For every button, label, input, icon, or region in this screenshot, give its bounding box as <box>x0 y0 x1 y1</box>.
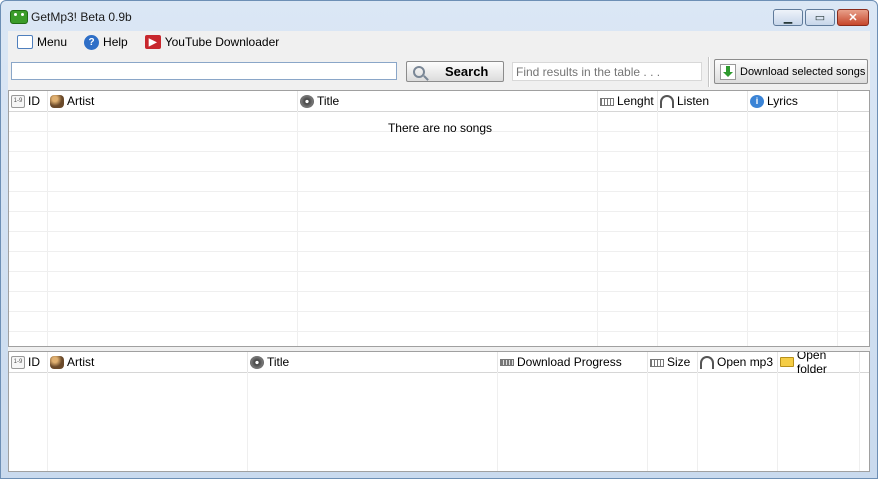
search-input[interactable] <box>11 62 397 80</box>
column-header-size[interactable]: Size <box>648 352 698 372</box>
title-bar[interactable]: GetMp3! Beta 0.9b ▁ ▭ ✕ <box>1 1 877 31</box>
id-icon: 1-9 <box>11 355 25 369</box>
grid-line <box>647 372 648 471</box>
grid-line <box>9 311 869 312</box>
column-header-artist[interactable]: Artist <box>48 91 298 111</box>
close-button[interactable]: ✕ <box>837 9 869 26</box>
grid-line <box>697 372 698 471</box>
artist-icon <box>50 355 64 369</box>
size-ruler-icon <box>650 358 664 367</box>
download-selected-label: Download selected songs <box>740 65 866 78</box>
artist-icon <box>50 94 64 108</box>
column-header-id[interactable]: 1-9 ID <box>9 352 48 372</box>
column-header-listen[interactable]: Listen <box>658 91 748 111</box>
help-label: Help <box>103 35 128 49</box>
column-header-open-mp3[interactable]: Open mp3 <box>698 352 778 372</box>
close-icon: ✕ <box>848 12 858 24</box>
download-selected-button[interactable]: Download selected songs <box>714 59 868 84</box>
grid-line <box>247 372 248 471</box>
download-icon <box>720 63 736 80</box>
help-icon: ? <box>84 34 100 50</box>
headphones-icon <box>660 94 674 108</box>
youtube-icon: ▶ <box>144 35 161 49</box>
column-header-length[interactable]: Lenght <box>598 91 658 111</box>
progress-bar-icon <box>500 358 514 366</box>
column-header-title[interactable]: Title <box>248 352 498 372</box>
minimize-icon: ▁ <box>783 12 793 24</box>
grid-line <box>9 271 869 272</box>
title-disc-icon <box>300 94 314 108</box>
grid-line <box>9 231 869 232</box>
results-table[interactable]: 1-9 ID Artist Title Lenght Listen i Lyrics <box>8 90 870 347</box>
grid-line <box>9 331 869 332</box>
app-logo-icon <box>10 10 28 24</box>
grid-line <box>9 191 869 192</box>
column-header-artist[interactable]: Artist <box>48 352 248 372</box>
search-toolbar: Search Download selected songs <box>8 56 870 88</box>
folder-icon <box>780 357 794 367</box>
menu-item-youtube-downloader[interactable]: ▶ YouTube Downloader <box>144 35 280 49</box>
search-button-label: Search <box>445 64 489 79</box>
window-title: GetMp3! Beta 0.9b <box>31 10 132 24</box>
menu-item-help[interactable]: ? Help <box>84 34 128 50</box>
grid-line <box>9 251 869 252</box>
maximize-icon: ▭ <box>814 12 826 24</box>
length-ruler-icon <box>600 97 614 106</box>
maximize-button[interactable]: ▭ <box>805 9 835 26</box>
info-icon: i <box>750 94 764 108</box>
downloads-table[interactable]: 1-9 ID Artist Title Download Progress Siz… <box>8 351 870 472</box>
title-disc-icon <box>250 355 264 369</box>
results-table-header: 1-9 ID Artist Title Lenght Listen i Lyrics <box>9 91 869 112</box>
grid-line <box>497 372 498 471</box>
column-header-open-folder[interactable]: Open folder <box>778 352 860 376</box>
grid-line <box>9 151 869 152</box>
grid-line <box>777 372 778 471</box>
find-in-table-input[interactable] <box>512 62 702 81</box>
id-icon: 1-9 <box>11 94 25 108</box>
downloads-table-header: 1-9 ID Artist Title Download Progress Siz… <box>9 352 869 376</box>
headphones-icon <box>700 355 714 369</box>
minimize-button[interactable]: ▁ <box>773 9 803 26</box>
column-header-lyrics[interactable]: i Lyrics <box>748 91 838 111</box>
search-icon <box>413 65 425 78</box>
column-header-filler <box>860 352 869 372</box>
search-button[interactable]: Search <box>406 61 504 82</box>
column-header-filler <box>838 91 869 111</box>
client-area: Menu ? Help ▶ YouTube Downloader Search … <box>8 31 870 472</box>
window-controls: ▁ ▭ ✕ <box>773 9 869 26</box>
grid-line <box>9 171 869 172</box>
menu-icon <box>17 35 33 49</box>
toolbar-separator <box>708 57 710 87</box>
empty-table-message: There are no songs <box>387 121 493 135</box>
menu-label: Menu <box>37 35 68 49</box>
youtube-downloader-label: YouTube Downloader <box>164 35 280 49</box>
grid-line <box>859 372 860 471</box>
grid-line <box>9 211 869 212</box>
column-header-id[interactable]: 1-9 ID <box>9 91 48 111</box>
grid-line <box>9 291 869 292</box>
column-header-title[interactable]: Title <box>298 91 598 111</box>
grid-line <box>47 372 48 471</box>
menu-item-menu[interactable]: Menu <box>17 35 67 49</box>
app-window: GetMp3! Beta 0.9b ▁ ▭ ✕ Menu ? Help ▶ Yo… <box>0 0 878 479</box>
menu-bar: Menu ? Help ▶ YouTube Downloader <box>8 31 870 53</box>
column-header-download-progress[interactable]: Download Progress <box>498 352 648 372</box>
